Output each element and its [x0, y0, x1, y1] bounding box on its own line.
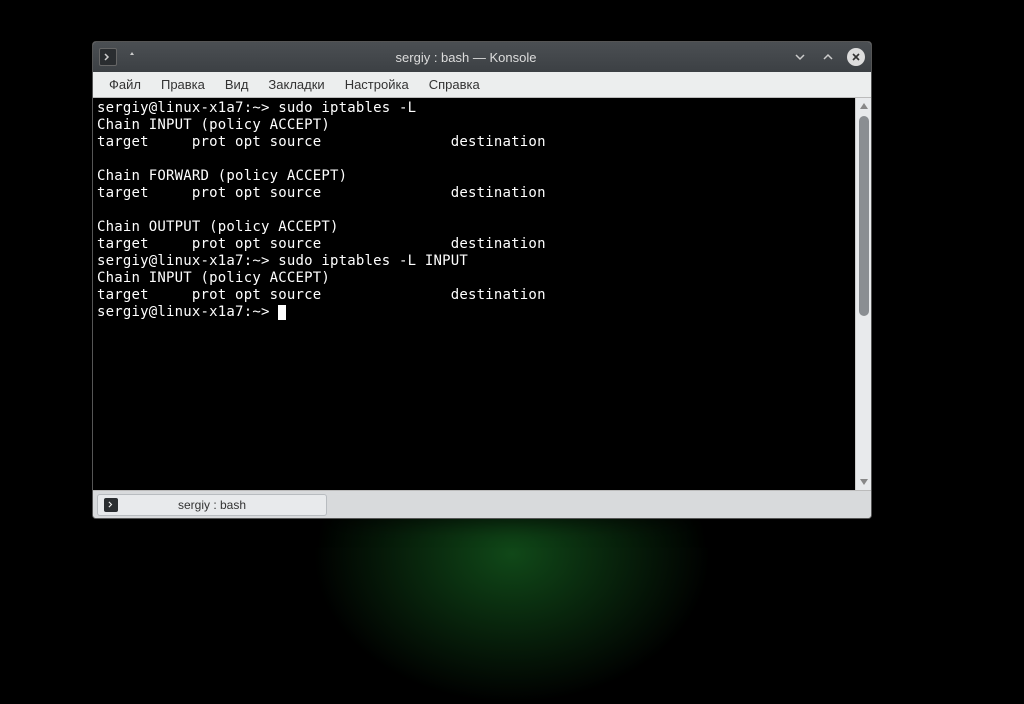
- terminal[interactable]: sergiy@linux-x1a7:~> sudo iptables -L Ch…: [93, 98, 855, 490]
- menu-settings[interactable]: Настройка: [337, 74, 417, 95]
- close-button[interactable]: [847, 48, 865, 66]
- tabbar: sergiy : bash: [93, 490, 871, 518]
- menu-help[interactable]: Справка: [421, 74, 488, 95]
- titlebar-left: [99, 48, 141, 66]
- tab-bash[interactable]: sergiy : bash: [97, 494, 327, 516]
- menu-file[interactable]: Файл: [101, 74, 149, 95]
- menu-edit[interactable]: Правка: [153, 74, 213, 95]
- scroll-up-icon[interactable]: [856, 98, 872, 114]
- cursor: [278, 305, 286, 320]
- scroll-thumb[interactable]: [859, 116, 869, 316]
- konsole-window: sergiy : bash — Konsole Файл Правка Вид …: [92, 41, 872, 519]
- window-controls: [791, 48, 865, 66]
- window-title: sergiy : bash — Konsole: [141, 50, 791, 65]
- titlebar[interactable]: sergiy : bash — Konsole: [93, 42, 871, 72]
- terminal-container: sergiy@linux-x1a7:~> sudo iptables -L Ch…: [93, 98, 871, 490]
- app-icon[interactable]: [99, 48, 117, 66]
- minimize-button[interactable]: [791, 48, 809, 66]
- menu-bookmarks[interactable]: Закладки: [260, 74, 332, 95]
- pin-icon[interactable]: [123, 48, 141, 66]
- terminal-icon: [104, 498, 118, 512]
- menu-view[interactable]: Вид: [217, 74, 257, 95]
- menubar: Файл Правка Вид Закладки Настройка Справ…: [93, 72, 871, 98]
- scroll-down-icon[interactable]: [856, 474, 872, 490]
- maximize-button[interactable]: [819, 48, 837, 66]
- scrollbar[interactable]: [855, 98, 871, 490]
- tab-label: sergiy : bash: [178, 498, 246, 512]
